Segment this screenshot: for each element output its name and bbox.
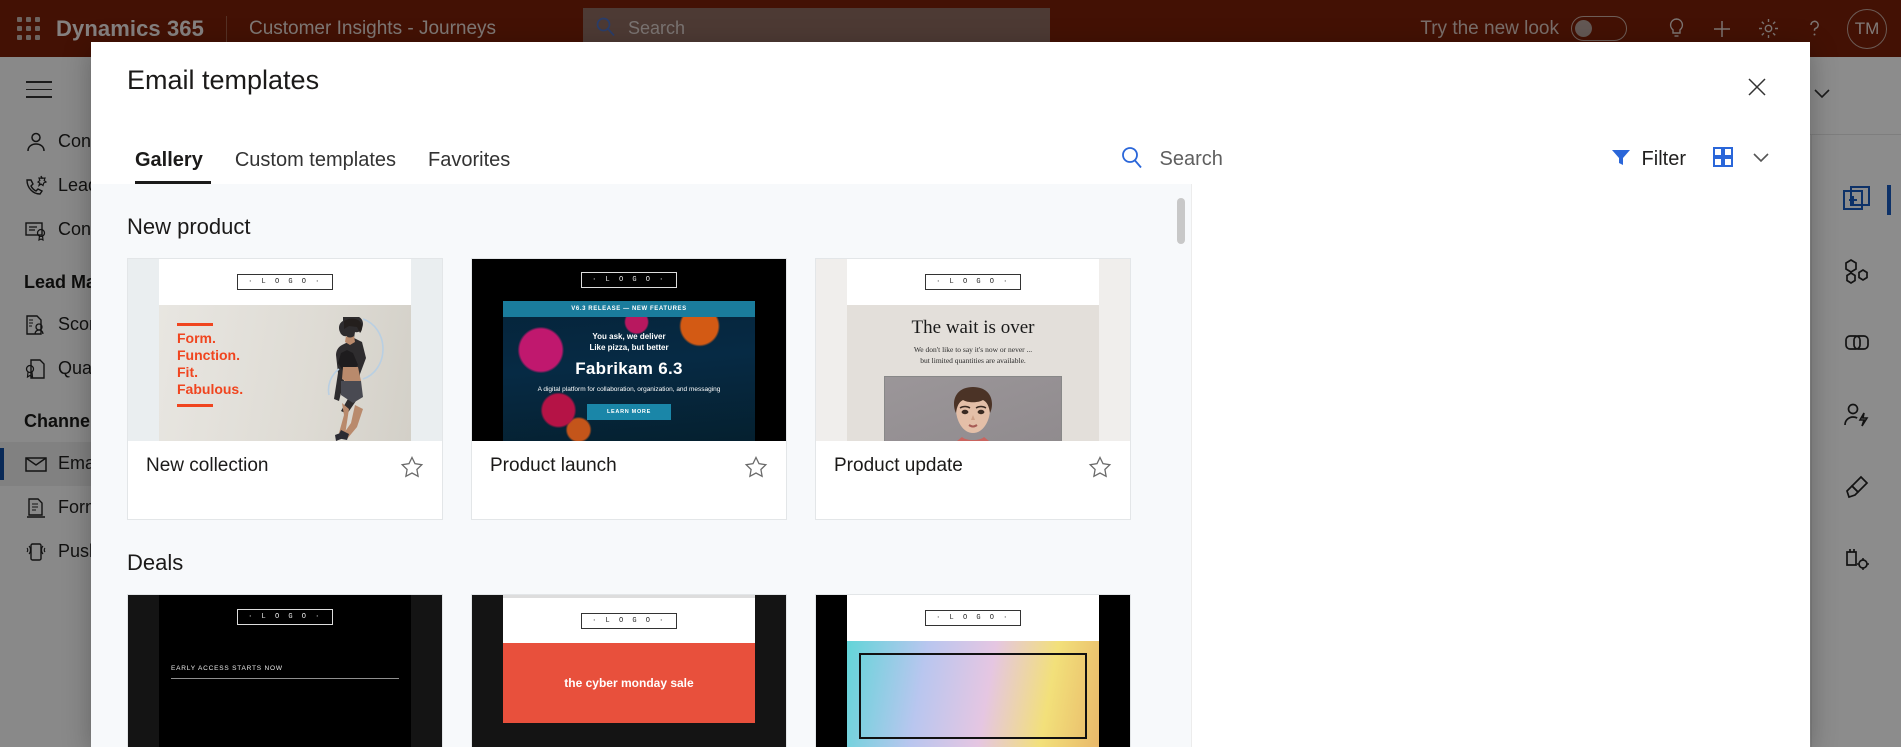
thumb-subtitle: A digital platform for collaboration, or… <box>537 386 721 393</box>
card-row-deals: · L O G O · EARLY ACCESS STARTS NOW · L … <box>127 594 1147 747</box>
logo-placeholder: · L O G O · <box>925 610 1021 626</box>
template-card[interactable]: · L O G O · <box>815 594 1131 747</box>
thumb-line-2: Like pizza, but better <box>589 343 669 352</box>
release-ribbon: V6.3 RELEASE — NEW FEATURES <box>503 301 755 317</box>
filter-label: Filter <box>1641 148 1686 170</box>
template-card[interactable]: · L O G O · the cyber monday sale <box>471 594 787 747</box>
search-placeholder: Search <box>1159 148 1223 170</box>
dialog-toolbar: Gallery Custom templates Favorites Searc… <box>91 118 1810 184</box>
email-templates-dialog: Email templates Gallery Custom templates… <box>91 42 1810 747</box>
template-card-footer: Product update <box>816 441 1130 519</box>
star-outline-icon[interactable] <box>1088 455 1112 484</box>
logo-placeholder: · L O G O · <box>581 272 677 288</box>
tab-list: Gallery Custom templates Favorites <box>127 149 526 184</box>
template-thumbnail: · L O G O · EARLY ACCESS STARTS NOW <box>128 595 442 747</box>
logo-placeholder: · L O G O · <box>925 274 1021 290</box>
tab-custom-templates[interactable]: Custom templates <box>219 149 412 184</box>
template-card-footer: Product launch <box>472 441 786 519</box>
tab-favorites[interactable]: Favorites <box>412 149 526 184</box>
template-card[interactable]: · L O G O · Form. Function. Fit. Fabulous. <box>127 258 443 520</box>
close-icon[interactable] <box>1740 70 1774 104</box>
thumb-headline: The wait is over <box>911 317 1035 338</box>
template-thumbnail: · L O G O · V6.3 RELEASE — NEW FEATURES … <box>472 259 786 441</box>
thumb-headline: EARLY ACCESS STARTS NOW <box>171 665 283 672</box>
template-gallery[interactable]: New product · L O G O · Form. Function. … <box>91 184 1191 747</box>
section-title-new-product: New product <box>127 214 251 239</box>
star-outline-icon[interactable] <box>400 455 424 484</box>
filter-icon <box>1610 146 1632 173</box>
template-name: New collection <box>146 455 269 476</box>
template-thumbnail: · L O G O · the cyber monday sale <box>472 595 786 747</box>
tab-gallery[interactable]: Gallery <box>127 149 219 184</box>
thumb-line-1: You ask, we deliver <box>592 332 666 341</box>
thumb-sub-2: but limited quantities are available. <box>920 356 1026 365</box>
thumb-title: Fabrikam 6.3 <box>575 359 683 378</box>
template-preview-pane <box>1191 184 1810 747</box>
template-name: Product update <box>834 455 963 476</box>
toolbar-right: Search Filter <box>1120 145 1772 184</box>
page-title: Email templates <box>127 64 320 95</box>
template-thumbnail: · L O G O · The wait is over We don't li… <box>816 259 1130 441</box>
search-input[interactable]: Search <box>1120 145 1610 174</box>
athlete-photo <box>327 317 384 441</box>
thumb-sub-1: We don't like to say it's now or never .… <box>913 345 1033 354</box>
star-outline-icon[interactable] <box>744 455 768 484</box>
card-row-new-product: · L O G O · Form. Function. Fit. Fabulous. <box>127 258 1147 520</box>
section-title-deals: Deals <box>127 550 184 575</box>
logo-placeholder: · L O G O · <box>581 612 677 629</box>
chevron-down-icon[interactable] <box>1750 146 1772 173</box>
template-thumbnail: · L O G O · Form. Function. Fit. Fabulous. <box>128 259 442 441</box>
logo-placeholder: · L O G O · <box>237 609 333 625</box>
thumb-cta: LEARN MORE <box>587 404 671 420</box>
template-card-footer: New collection <box>128 441 442 519</box>
dialog-header: Email templates <box>91 42 1810 118</box>
template-card[interactable]: · L O G O · EARLY ACCESS STARTS NOW <box>127 594 443 747</box>
view-switcher[interactable] <box>1712 146 1772 173</box>
template-name: Product launch <box>490 455 617 476</box>
dialog-body: New product · L O G O · Form. Function. … <box>91 184 1810 747</box>
screen: Contacts Leads Consent Lead Ma Scoring <box>0 0 1901 747</box>
filter-button[interactable]: Filter <box>1610 146 1686 173</box>
model-photo <box>884 376 1062 441</box>
search-icon <box>1120 145 1144 174</box>
thumb-headline: the cyber monday sale <box>503 643 755 723</box>
template-card[interactable]: · L O G O · V6.3 RELEASE — NEW FEATURES … <box>471 258 787 520</box>
logo-placeholder: · L O G O · <box>237 274 333 290</box>
template-thumbnail: · L O G O · <box>816 595 1130 747</box>
gallery-scrollbar[interactable] <box>1177 198 1185 737</box>
grid-view-icon <box>1712 146 1734 173</box>
template-card[interactable]: · L O G O · The wait is over We don't li… <box>815 258 1131 520</box>
scrollbar-thumb[interactable] <box>1177 198 1185 244</box>
